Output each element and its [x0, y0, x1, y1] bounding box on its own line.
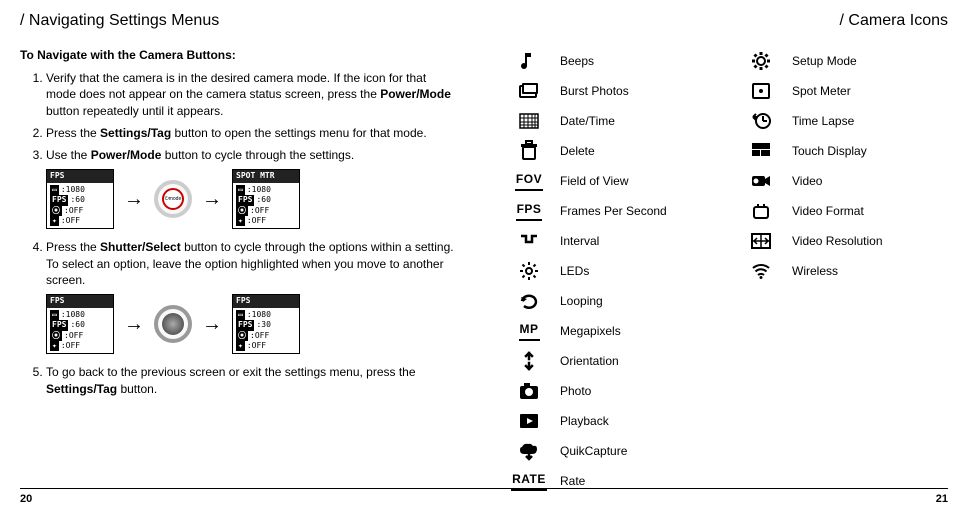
page-number-left: 20	[20, 492, 32, 507]
icon-row-leds: LEDs	[514, 257, 716, 285]
icon-label: QuikCapture	[560, 443, 627, 460]
shutter-select-button	[154, 305, 192, 343]
wireless-icon	[746, 259, 776, 283]
icon-label: Date/Time	[560, 113, 615, 130]
arrow-icon: →	[202, 186, 222, 213]
icon-row-burst: Burst Photos	[514, 77, 716, 105]
lcd-screen: FPS ▭:1080 FPS:30 ⦿:OFF ✦:OFF	[232, 294, 300, 354]
icon-label: Wireless	[792, 263, 838, 280]
icon-row-fps: FPS Frames Per Second	[514, 197, 716, 225]
timelapse-icon	[746, 109, 776, 133]
fov-icon: FOV	[514, 169, 544, 193]
lcd-screen: FPS ▭:1080 FPS:60 ⦿:OFF ✦:OFF	[46, 169, 114, 229]
burst-icon	[514, 79, 544, 103]
spotmeter-icon	[746, 79, 776, 103]
videores-icon	[746, 229, 776, 253]
icon-label: Burst Photos	[560, 83, 629, 100]
icon-row-spotmeter: Spot Meter	[746, 77, 948, 105]
step-2: Press the Settings/Tag button to open th…	[46, 125, 454, 141]
icon-label: Delete	[560, 143, 595, 160]
icon-row-fov: FOV Field of View	[514, 167, 716, 195]
videoformat-icon	[746, 199, 776, 223]
icon-row-mp: MP Megapixels	[514, 317, 716, 345]
arrow-icon: →	[124, 311, 144, 338]
icon-row-photo: Photo	[514, 377, 716, 405]
icon-row-setup: Setup Mode	[746, 47, 948, 75]
steps-list: Verify that the camera is in the desired…	[20, 70, 454, 397]
icon-row-video: Video	[746, 167, 948, 195]
icon-row-datetime: Date/Time	[514, 107, 716, 135]
figure-1: FPS ▭:1080 FPS:60 ⦿:OFF ✦:OFF → ⏻mode → …	[46, 169, 454, 229]
leds-icon	[514, 259, 544, 283]
interval-icon	[514, 229, 544, 253]
icon-row-playback: Playback	[514, 407, 716, 435]
icon-label: Playback	[560, 413, 609, 430]
icon-label: Beeps	[560, 53, 594, 70]
beeps-icon	[514, 49, 544, 73]
step-5: To go back to the previous screen or exi…	[46, 364, 454, 396]
icon-row-looping: Looping	[514, 287, 716, 315]
icon-label: Video Resolution	[792, 233, 883, 250]
icon-label: Time Lapse	[792, 113, 854, 130]
icon-row-quikcapture: QuikCapture	[514, 437, 716, 465]
icon-row-beeps: Beeps	[514, 47, 716, 75]
icon-label: Spot Meter	[792, 83, 851, 100]
setup-icon	[746, 49, 776, 73]
icon-label: Megapixels	[560, 323, 621, 340]
step-3: Use the Power/Mode button to cycle throu…	[46, 147, 454, 230]
icon-label: Orientation	[560, 353, 619, 370]
icon-row-delete: Delete	[514, 137, 716, 165]
icon-row-timelapse: Time Lapse	[746, 107, 948, 135]
step-1: Verify that the camera is in the desired…	[46, 70, 454, 119]
icon-label: Interval	[560, 233, 599, 250]
icon-row-touchdisplay: Touch Display	[746, 137, 948, 165]
figure-2: FPS ▭:1080 FPS:60 ⦿:OFF ✦:OFF → → FPS	[46, 294, 454, 354]
icon-label: Touch Display	[792, 143, 867, 160]
icon-label: Video Format	[792, 203, 864, 220]
power-mode-button: ⏻mode	[154, 180, 192, 218]
playback-icon	[514, 409, 544, 433]
icon-label: Frames Per Second	[560, 203, 667, 220]
icon-column-2: Setup Mode Spot Meter Time Lapse Touch Disp…	[746, 47, 948, 497]
arrow-icon: →	[202, 311, 222, 338]
fps-icon: FPS	[514, 199, 544, 223]
icon-row-videores: Video Resolution	[746, 227, 948, 255]
quikcapture-icon	[514, 439, 544, 463]
icon-row-orientation: Orientation	[514, 347, 716, 375]
right-page-header: / Camera Icons	[514, 10, 948, 32]
photo-icon	[514, 379, 544, 403]
lcd-screen: FPS ▭:1080 FPS:60 ⦿:OFF ✦:OFF	[46, 294, 114, 354]
looping-icon	[514, 289, 544, 313]
icon-column-1: Beeps Burst Photos Date/Time Delete FOV Field…	[514, 47, 716, 497]
icon-row-wireless: Wireless	[746, 257, 948, 285]
touchdisplay-icon	[746, 139, 776, 163]
icon-label: Photo	[560, 383, 591, 400]
page-number-right: 21	[936, 492, 948, 507]
icon-label: Field of View	[560, 173, 628, 190]
icon-label: Setup Mode	[792, 53, 857, 70]
icon-row-interval: Interval	[514, 227, 716, 255]
left-page-header: / Navigating Settings Menus	[20, 10, 454, 32]
mp-icon: MP	[514, 319, 544, 343]
icon-row-videoformat: Video Format	[746, 197, 948, 225]
datetime-icon	[514, 109, 544, 133]
orientation-icon	[514, 349, 544, 373]
delete-icon	[514, 139, 544, 163]
icon-label: LEDs	[560, 263, 589, 280]
icon-table: Beeps Burst Photos Date/Time Delete FOV Field…	[514, 47, 948, 497]
icon-label: Looping	[560, 293, 603, 310]
section-title: To Navigate with the Camera Buttons:	[20, 47, 454, 64]
step-4: Press the Shutter/Select button to cycle…	[46, 239, 454, 354]
video-icon	[746, 169, 776, 193]
arrow-icon: →	[124, 186, 144, 213]
lcd-screen: SPOT MTR ▭:1080 FPS:60 ⦿:OFF ✦:OFF	[232, 169, 300, 229]
icon-label: Video	[792, 173, 822, 190]
